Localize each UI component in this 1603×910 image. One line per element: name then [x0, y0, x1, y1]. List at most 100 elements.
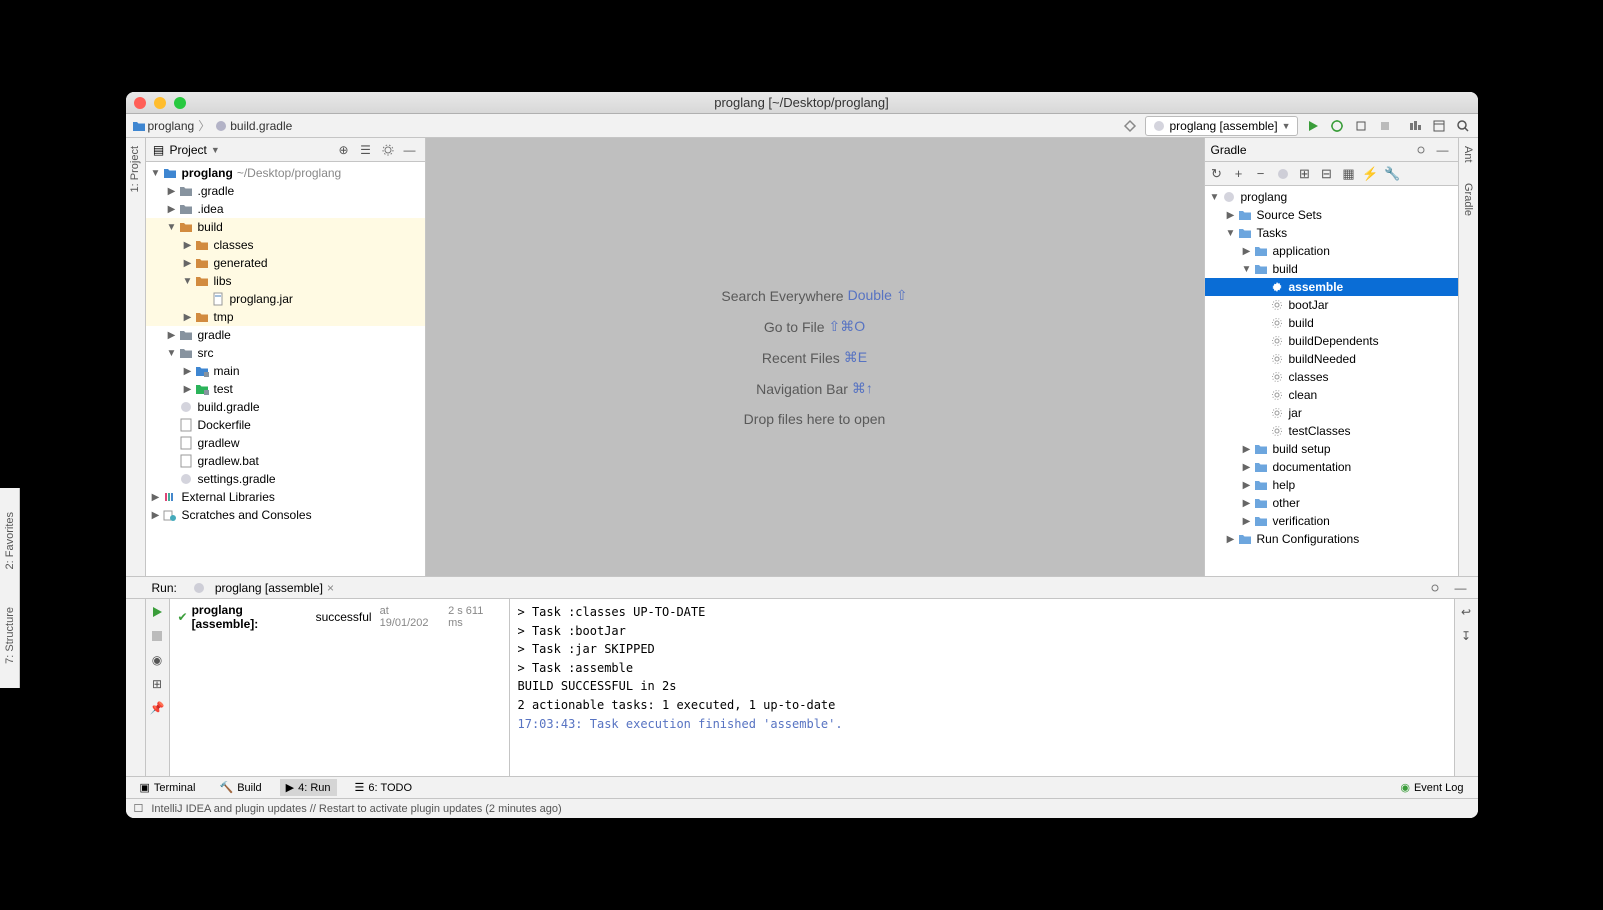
tree-item[interactable]: ▶gradle: [146, 326, 425, 344]
hide-panel-icon[interactable]: —: [401, 141, 419, 159]
tree-expand-icon[interactable]: ▶: [1241, 246, 1253, 257]
tree-item[interactable]: gradlew: [146, 434, 425, 452]
tree-expand-icon[interactable]: ▶: [166, 330, 178, 341]
gear-icon[interactable]: [1412, 141, 1430, 159]
todo-tab[interactable]: ☰6: TODO: [349, 779, 418, 796]
tree-item[interactable]: settings.gradle: [146, 470, 425, 488]
tree-expand-icon[interactable]: ▼: [166, 348, 178, 359]
expand-all-icon[interactable]: ⊞: [1297, 166, 1313, 182]
run-result-row[interactable]: ✔ proglang [assemble]: successful at 19/…: [178, 603, 501, 631]
tree-expand-icon[interactable]: ▶: [182, 366, 194, 377]
tree-expand-icon[interactable]: ▶: [182, 258, 194, 269]
breadcrumb-file[interactable]: build.gradle: [230, 119, 292, 133]
tree-item[interactable]: ▶verification: [1205, 512, 1458, 530]
tree-item[interactable]: build.gradle: [146, 398, 425, 416]
tree-item[interactable]: gradlew.bat: [146, 452, 425, 470]
tree-item-libs[interactable]: ▼libs: [146, 272, 425, 290]
tree-item[interactable]: Dockerfile: [146, 416, 425, 434]
maximize-window-button[interactable]: [174, 97, 186, 109]
tree-expand-icon[interactable]: ▶: [150, 510, 162, 521]
run-tab[interactable]: proglang [assemble] ×: [185, 579, 340, 597]
tree-item[interactable]: ▶Source Sets: [1205, 206, 1458, 224]
run-console[interactable]: > Task :classes UP-TO-DATE > Task :bootJ…: [510, 599, 1454, 776]
tree-item[interactable]: ▶main: [146, 362, 425, 380]
execute-icon[interactable]: [1275, 166, 1291, 182]
tree-expand-icon[interactable]: ▼: [1241, 264, 1253, 275]
tree-item-build[interactable]: ▼build: [146, 218, 425, 236]
close-window-button[interactable]: [134, 97, 146, 109]
debug-button[interactable]: [1328, 117, 1346, 135]
tree-expand-icon[interactable]: ▼: [166, 222, 178, 233]
gradle-tool-tab[interactable]: Gradle: [1460, 179, 1476, 220]
profiler-button[interactable]: [1406, 117, 1424, 135]
minimize-window-button[interactable]: [154, 97, 166, 109]
stop-icon[interactable]: [148, 627, 166, 645]
tree-item-runconfigs[interactable]: ▶Run Configurations: [1205, 530, 1458, 548]
remove-icon[interactable]: −: [1253, 166, 1269, 182]
tree-item[interactable]: ▼src: [146, 344, 425, 362]
tree-item-scratches[interactable]: ▶Scratches and Consoles: [146, 506, 425, 524]
tree-item[interactable]: ▶help: [1205, 476, 1458, 494]
tree-item[interactable]: ▶.idea: [146, 200, 425, 218]
breadcrumb[interactable]: proglang 〉 build.gradle: [132, 117, 293, 134]
tree-item-external-libs[interactable]: ▶External Libraries: [146, 488, 425, 506]
build-tab[interactable]: 🔨Build: [213, 779, 267, 796]
status-icon[interactable]: ☐: [134, 802, 144, 815]
terminal-tab[interactable]: ▣Terminal: [134, 779, 202, 796]
close-tab-icon[interactable]: ×: [327, 581, 334, 595]
editor-area[interactable]: Search Everywhere Double ⇧ Go to File ⇧⌘…: [426, 138, 1204, 576]
tree-item[interactable]: testClasses: [1205, 422, 1458, 440]
tree-expand-icon[interactable]: ▶: [1241, 444, 1253, 455]
tree-item[interactable]: ▶generated: [146, 254, 425, 272]
event-log-tab[interactable]: ◉Event Log: [1394, 779, 1469, 796]
tree-item[interactable]: ▶classes: [146, 236, 425, 254]
tree-expand-icon[interactable]: ▶: [1241, 480, 1253, 491]
scroll-end-icon[interactable]: ↧: [1457, 627, 1475, 645]
tree-expand-icon[interactable]: ▶: [1241, 462, 1253, 473]
tree-expand-icon[interactable]: ▶: [182, 312, 194, 323]
gear-icon[interactable]: [1426, 579, 1444, 597]
tree-item[interactable]: ▶test: [146, 380, 425, 398]
tree-expand-icon[interactable]: ▶: [1225, 534, 1237, 545]
tree-item[interactable]: ▶build setup: [1205, 440, 1458, 458]
tree-expand-icon[interactable]: ▼: [1209, 192, 1221, 203]
tree-item[interactable]: jar: [1205, 404, 1458, 422]
scroll-to-source-icon[interactable]: ⊕: [335, 141, 353, 159]
tree-expand-icon[interactable]: ▶: [1225, 210, 1237, 221]
offline-icon[interactable]: ⚡: [1363, 166, 1379, 182]
tree-expand-icon[interactable]: ▶: [182, 240, 194, 251]
run-configuration-selector[interactable]: proglang [assemble] ▼: [1145, 116, 1298, 136]
tree-item-build-group[interactable]: ▼build: [1205, 260, 1458, 278]
breadcrumb-root[interactable]: proglang: [148, 119, 195, 133]
tree-expand-icon[interactable]: ▶: [166, 186, 178, 197]
tree-expand-icon[interactable]: ▼: [1225, 228, 1237, 239]
soft-wrap-icon[interactable]: ↩: [1457, 603, 1475, 621]
tree-item[interactable]: classes: [1205, 368, 1458, 386]
tree-project-root[interactable]: ▼ proglang ~/Desktop/proglang: [146, 164, 425, 182]
gear-icon[interactable]: [379, 141, 397, 159]
stop-button[interactable]: [1376, 117, 1394, 135]
tree-item[interactable]: ▶.gradle: [146, 182, 425, 200]
tree-item[interactable]: ▶other: [1205, 494, 1458, 512]
tree-item-jar-file[interactable]: proglang.jar: [146, 290, 425, 308]
tree-item[interactable]: ▶application: [1205, 242, 1458, 260]
tree-item[interactable]: buildNeeded: [1205, 350, 1458, 368]
ant-tool-tab[interactable]: Ant: [1460, 142, 1476, 167]
hide-panel-icon[interactable]: —: [1452, 579, 1470, 597]
project-tool-tab[interactable]: 1: Project: [127, 142, 143, 196]
pin-icon[interactable]: ⊞: [148, 675, 166, 693]
tree-expand-icon[interactable]: ▶: [1241, 498, 1253, 509]
run-button[interactable]: [1304, 117, 1322, 135]
tree-expand-icon[interactable]: ▶: [166, 204, 178, 215]
tree-item[interactable]: ▶tmp: [146, 308, 425, 326]
wrench-icon[interactable]: 🔧: [1385, 166, 1401, 182]
add-icon[interactable]: +: [1231, 166, 1247, 182]
tree-expand-icon[interactable]: ▶: [182, 384, 194, 395]
coverage-button[interactable]: [1352, 117, 1370, 135]
tree-item[interactable]: build: [1205, 314, 1458, 332]
tree-item[interactable]: ▶documentation: [1205, 458, 1458, 476]
search-icon[interactable]: [1454, 117, 1472, 135]
tree-item[interactable]: bootJar: [1205, 296, 1458, 314]
rerun-icon[interactable]: [148, 603, 166, 621]
tree-item[interactable]: buildDependents: [1205, 332, 1458, 350]
